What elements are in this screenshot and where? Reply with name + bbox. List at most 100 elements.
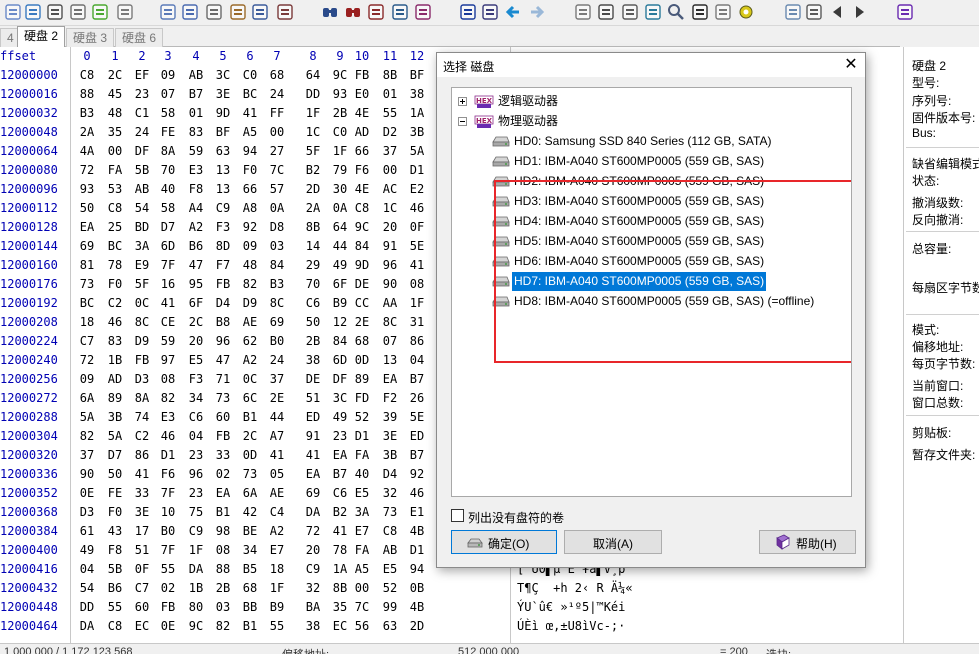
hex-byte-cell[interactable]: D3: [76, 505, 98, 519]
hex-byte-cell[interactable]: D9: [239, 296, 261, 310]
hex-byte-cell[interactable]: A7: [266, 429, 288, 443]
hex-byte-cell[interactable]: 10: [157, 505, 179, 519]
hex-byte-cell[interactable]: 69: [76, 239, 98, 253]
hex-byte-cell[interactable]: 3E: [131, 505, 153, 519]
help-button[interactable]: 帮助(H): [759, 530, 856, 554]
hex-byte-cell[interactable]: B2: [302, 163, 324, 177]
hex-byte-cell[interactable]: DF: [329, 372, 351, 386]
hex-byte-cell[interactable]: F8: [185, 182, 207, 196]
hex-byte-cell[interactable]: 1F: [406, 296, 428, 310]
hex-byte-cell[interactable]: 97: [157, 353, 179, 367]
hex-byte-cell[interactable]: 90: [76, 467, 98, 481]
hex-byte-cell[interactable]: 0F: [406, 220, 428, 234]
hex-byte-cell[interactable]: 24: [266, 87, 288, 101]
hex-byte-cell[interactable]: 2D: [302, 182, 324, 196]
replace-hex-icon[interactable]: [413, 2, 433, 22]
hex-byte-cell[interactable]: 5F: [302, 144, 324, 158]
hex-byte-cell[interactable]: 24: [266, 353, 288, 367]
hex-byte-cell[interactable]: 2B: [212, 581, 234, 595]
hex-row[interactable]: 12000464 DA C8 EC 0E 9C 82 B1 55 38 EC 56 63 2D ÚÈì œ‚…: [0, 617, 903, 636]
hex-byte-cell[interactable]: C2: [131, 429, 153, 443]
collapse-minus-icon[interactable]: [458, 117, 467, 126]
hex-byte-cell[interactable]: 41: [266, 448, 288, 462]
hex-byte-cell[interactable]: 37: [76, 448, 98, 462]
hex-byte-cell[interactable]: FB: [131, 353, 153, 367]
hex-byte-cell[interactable]: 6F: [329, 277, 351, 291]
hex-byte-cell[interactable]: FB: [212, 277, 234, 291]
hex-byte-cell[interactable]: 37: [379, 144, 401, 158]
hex-byte-cell[interactable]: BC: [239, 87, 261, 101]
hex-byte-cell[interactable]: 18: [76, 315, 98, 329]
hex-byte-cell[interactable]: C8: [351, 201, 373, 215]
hex-byte-cell[interactable]: 02: [157, 581, 179, 595]
paste-icon[interactable]: [228, 2, 248, 22]
hex-byte-cell[interactable]: E3: [157, 410, 179, 424]
hex-byte-cell[interactable]: BC: [76, 296, 98, 310]
hex-byte-cell[interactable]: 23: [185, 486, 207, 500]
find-hex-icon[interactable]: [366, 2, 386, 22]
find-icon[interactable]: [320, 2, 340, 22]
hex-byte-cell[interactable]: 89: [104, 391, 126, 405]
hex-byte-cell[interactable]: 0E: [157, 619, 179, 633]
hex-byte-cell[interactable]: 71: [212, 372, 234, 386]
hex-byte-cell[interactable]: CE: [157, 315, 179, 329]
hex-byte-cell[interactable]: B9: [329, 296, 351, 310]
hex-byte-cell[interactable]: C0: [239, 68, 261, 82]
hex-byte-cell[interactable]: 6D: [329, 353, 351, 367]
hex-byte-cell[interactable]: B0: [266, 334, 288, 348]
hex-byte-cell[interactable]: 52: [351, 410, 373, 424]
hex-byte-cell[interactable]: 34: [239, 543, 261, 557]
hex-byte-cell[interactable]: 18: [266, 562, 288, 576]
hex-byte-cell[interactable]: C6: [185, 410, 207, 424]
hex-byte-cell[interactable]: B7: [329, 467, 351, 481]
hex-byte-cell[interactable]: BF: [212, 125, 234, 139]
hex-byte-cell[interactable]: 59: [185, 144, 207, 158]
ram-icon[interactable]: [643, 2, 663, 22]
hex-byte-cell[interactable]: FD: [351, 391, 373, 405]
hex-byte-cell[interactable]: 3B: [379, 448, 401, 462]
hex-byte-cell[interactable]: 48: [104, 106, 126, 120]
hex-byte-cell[interactable]: 9C: [351, 220, 373, 234]
hex-byte-cell[interactable]: 03: [212, 600, 234, 614]
hex-byte-cell[interactable]: 68: [351, 334, 373, 348]
hex-binary-icon[interactable]: [275, 2, 295, 22]
hex-byte-cell[interactable]: 2B: [329, 106, 351, 120]
hex-byte-cell[interactable]: 00: [104, 144, 126, 158]
hex-byte-cell[interactable]: E5: [379, 562, 401, 576]
hex-byte-cell[interactable]: E7: [266, 543, 288, 557]
hex-byte-cell[interactable]: D4: [379, 467, 401, 481]
close-icon[interactable]: ✕: [841, 55, 861, 75]
hex-byte-cell[interactable]: 93: [76, 182, 98, 196]
properties-icon[interactable]: [68, 2, 88, 22]
hex-byte-cell[interactable]: EA: [302, 467, 324, 481]
disk-open-icon[interactable]: [596, 2, 616, 22]
hex-byte-cell[interactable]: 3A: [351, 505, 373, 519]
hex-byte-cell[interactable]: D1: [406, 163, 428, 177]
tab-disk-6[interactable]: 硬盘 6: [115, 28, 164, 47]
hex-byte-cell[interactable]: D3: [131, 372, 153, 386]
hex-byte-cell[interactable]: 55: [266, 619, 288, 633]
hex-byte-cell[interactable]: 48: [239, 258, 261, 272]
hex-byte-cell[interactable]: 26: [406, 391, 428, 405]
hex-byte-cell[interactable]: A2: [266, 524, 288, 538]
hex-byte-cell[interactable]: 38: [302, 619, 324, 633]
hex-byte-cell[interactable]: 08: [406, 277, 428, 291]
hex-byte-cell[interactable]: DA: [185, 562, 207, 576]
hex-byte-cell[interactable]: B2: [329, 505, 351, 519]
hex-byte-cell[interactable]: F8: [104, 543, 126, 557]
hex-byte-cell[interactable]: 04: [406, 353, 428, 367]
hex-byte-cell[interactable]: D4: [212, 296, 234, 310]
hex-byte-cell[interactable]: 00: [379, 163, 401, 177]
speech-icon[interactable]: [713, 2, 733, 22]
hex-byte-cell[interactable]: 3C: [329, 391, 351, 405]
hex-byte-cell[interactable]: 2C: [104, 68, 126, 82]
hex-byte-cell[interactable]: 0A: [266, 201, 288, 215]
hex-byte-cell[interactable]: 84: [351, 239, 373, 253]
hex-byte-cell[interactable]: 2C: [239, 429, 261, 443]
hex-byte-cell[interactable]: 1F: [266, 581, 288, 595]
hex-byte-cell[interactable]: FB: [212, 429, 234, 443]
hex-byte-cell[interactable]: 0A: [329, 201, 351, 215]
hex-byte-cell[interactable]: 7F: [157, 258, 179, 272]
list-icon[interactable]: [804, 2, 824, 22]
hex-byte-cell[interactable]: 50: [104, 467, 126, 481]
